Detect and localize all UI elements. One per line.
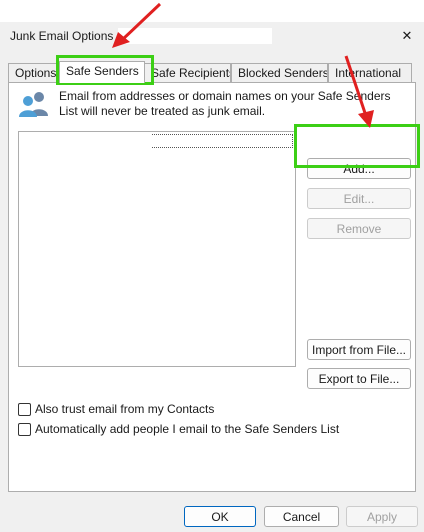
- edit-button[interactable]: Edit...: [307, 188, 411, 209]
- tab-international[interactable]: International: [328, 63, 412, 82]
- title-redaction: [118, 28, 272, 44]
- close-button[interactable]: ✕: [396, 25, 418, 47]
- export-to-file-button[interactable]: Export to File...: [307, 368, 411, 389]
- safe-senders-list[interactable]: [18, 131, 296, 367]
- ok-button[interactable]: OK: [184, 506, 256, 527]
- cancel-button[interactable]: Cancel: [264, 506, 339, 527]
- safe-senders-panel: Email from addresses or domain names on …: [8, 82, 416, 492]
- add-button[interactable]: Add...: [307, 158, 411, 179]
- junk-email-options-dialog: Junk Email Options - ✕ Options Safe Send…: [0, 22, 424, 532]
- title-bar: Junk Email Options - ✕: [0, 22, 424, 50]
- trust-contacts-checkbox-row[interactable]: Also trust email from my Contacts: [18, 401, 214, 417]
- safe-senders-description: Email from addresses or domain names on …: [59, 89, 391, 118]
- tab-blocked-senders[interactable]: Blocked Senders: [231, 63, 328, 82]
- remove-button[interactable]: Remove: [307, 218, 411, 239]
- auto-add-checkbox[interactable]: [18, 422, 31, 436]
- trust-contacts-checkbox[interactable]: [18, 402, 31, 416]
- close-icon: ✕: [401, 28, 413, 43]
- trust-contacts-label: Also trust email from my Contacts: [35, 402, 215, 416]
- people-icon: [19, 92, 48, 117]
- window-title: Junk Email Options -: [10, 29, 121, 43]
- list-item-redacted[interactable]: [20, 133, 152, 149]
- dialog-footer: OK Cancel Apply: [0, 492, 424, 532]
- tab-options[interactable]: Options: [8, 63, 58, 82]
- auto-add-label: Automatically add people I email to the …: [35, 422, 340, 436]
- tab-safe-senders[interactable]: Safe Senders: [59, 61, 145, 83]
- tab-strip: Options Safe Senders Safe Recipients Blo…: [8, 61, 412, 83]
- tab-safe-recipients[interactable]: Safe Recipients: [144, 63, 231, 82]
- import-from-file-button[interactable]: Import from File...: [307, 339, 411, 360]
- auto-add-checkbox-row[interactable]: Automatically add people I email to the …: [18, 421, 339, 437]
- apply-button[interactable]: Apply: [346, 506, 418, 527]
